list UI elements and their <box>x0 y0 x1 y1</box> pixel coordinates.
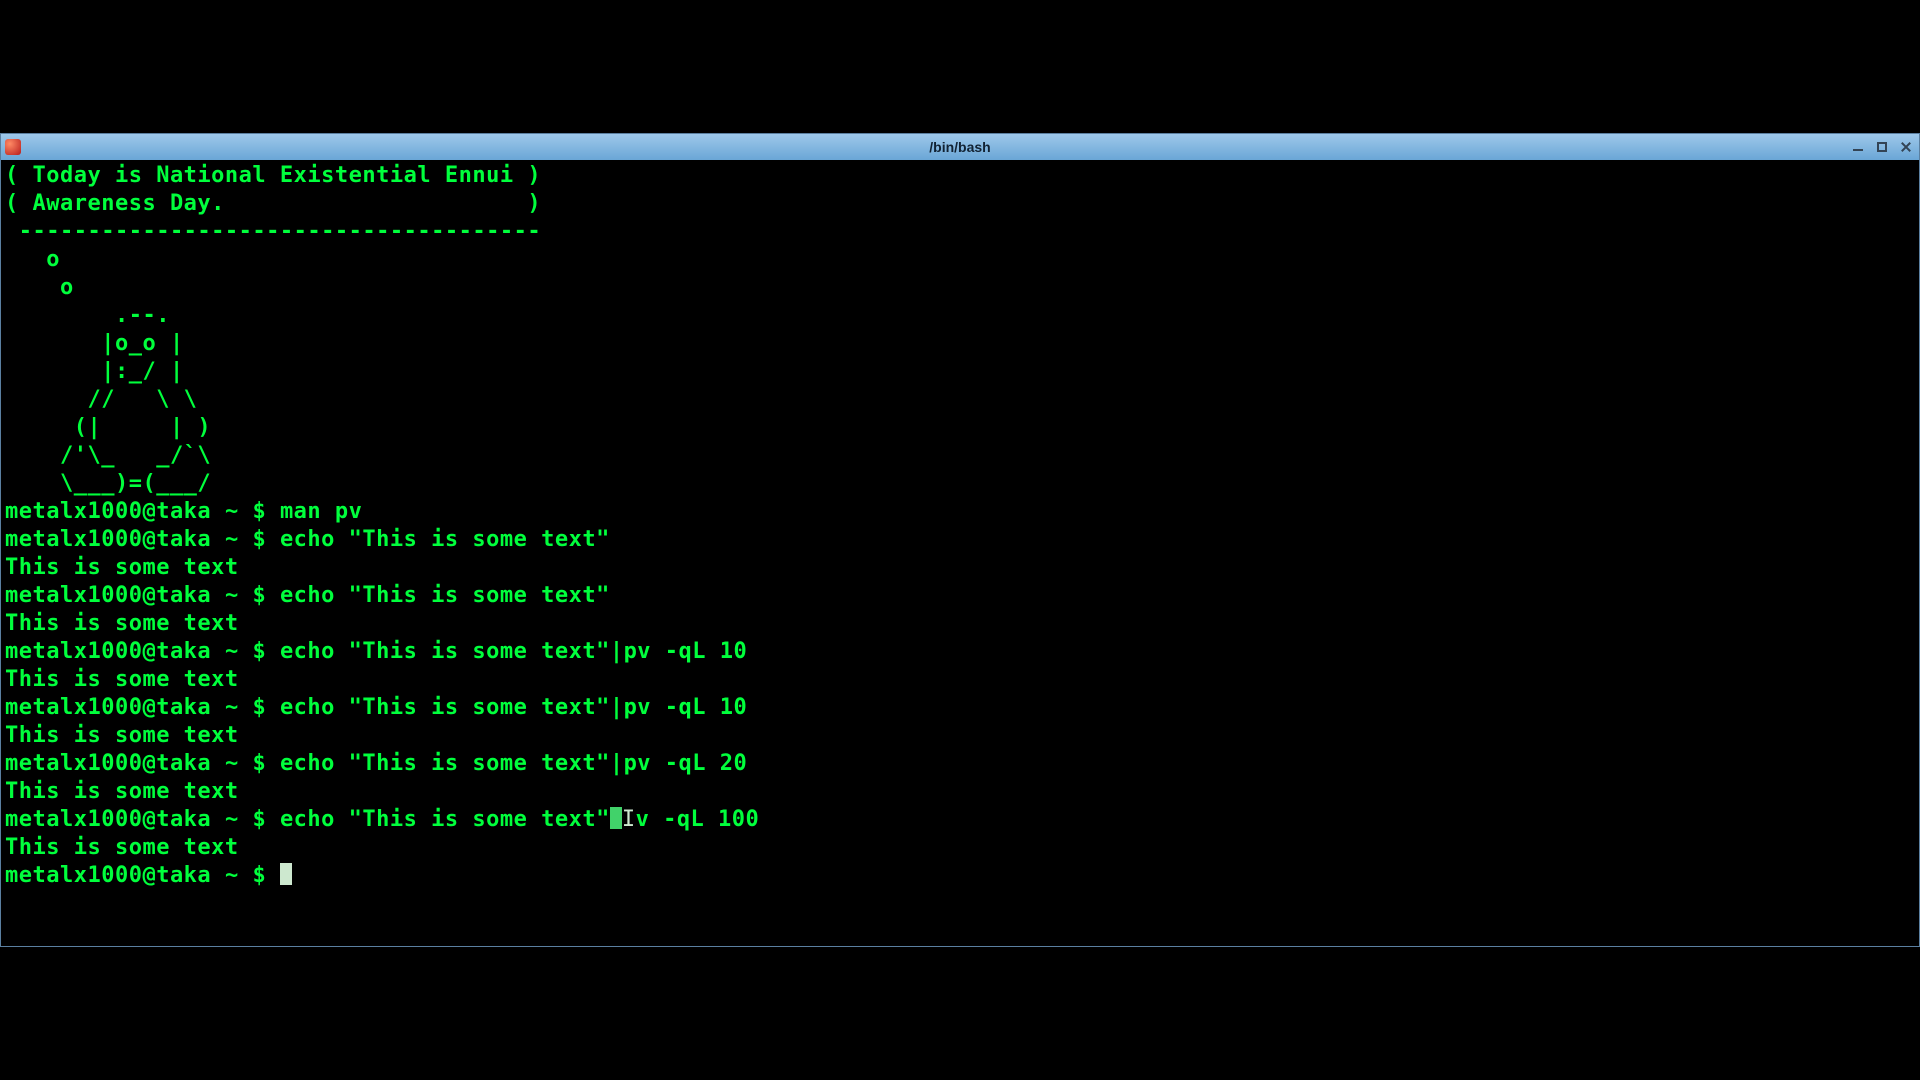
motd-line: \___)=(___/ <box>5 470 1915 498</box>
terminal-window: /bin/bash ( Today is National Existentia… <box>0 133 1920 947</box>
prompt-path: ~ <box>225 639 239 664</box>
terminal-body[interactable]: ( Today is National Existential Ennui )(… <box>1 160 1919 946</box>
history-line: metalx1000@taka ~ $ man pv <box>5 498 1915 526</box>
motd-line: // \ \ <box>5 386 1915 414</box>
history-line: metalx1000@taka ~ $ echo "This is some t… <box>5 694 1915 722</box>
prompt-user-host: metalx1000@taka <box>5 751 211 776</box>
prompt-path: ~ <box>225 863 239 888</box>
prompt-symbol: $ <box>252 807 266 832</box>
letterbox-bottom <box>0 947 1920 1080</box>
active-command-after: v -qL 100 <box>636 807 760 832</box>
prompt-user-host: metalx1000@taka <box>5 863 211 888</box>
close-icon[interactable] <box>1899 140 1913 154</box>
prompt-path: ~ <box>225 527 239 552</box>
prompt-user-host: metalx1000@taka <box>5 527 211 552</box>
prompt-path: ~ <box>225 751 239 776</box>
prompt-symbol: $ <box>252 751 266 776</box>
window-title: /bin/bash <box>929 139 990 155</box>
motd-line: ( Awareness Day. ) <box>5 190 1915 218</box>
output-line: This is some text <box>5 666 1915 694</box>
prompt-symbol: $ <box>252 695 266 720</box>
prompt-symbol: $ <box>252 499 266 524</box>
mouse-ibeam-icon: I <box>622 807 636 832</box>
motd-line: |:_/ | <box>5 358 1915 386</box>
cursor <box>280 863 292 885</box>
prompt-user-host: metalx1000@taka <box>5 499 211 524</box>
output-line: This is some text <box>5 722 1915 750</box>
history-line: metalx1000@taka ~ $ echo "This is some t… <box>5 638 1915 666</box>
edit-cursor <box>610 807 622 829</box>
prompt-symbol: $ <box>252 527 266 552</box>
command-text: echo "This is some text" <box>280 583 610 608</box>
prompt-user-host: metalx1000@taka <box>5 807 211 832</box>
command-text: man pv <box>280 499 362 524</box>
prompt-user-host: metalx1000@taka <box>5 583 211 608</box>
letterbox-top <box>0 0 1920 133</box>
prompt-user-host: metalx1000@taka <box>5 695 211 720</box>
history-line: metalx1000@taka ~ $ echo "This is some t… <box>5 526 1915 554</box>
motd-line: -------------------------------------- <box>5 218 1915 246</box>
motd-line: o <box>5 246 1915 274</box>
output-line: This is some text <box>5 834 1915 862</box>
motd-line: |o_o | <box>5 330 1915 358</box>
prompt-path: ~ <box>225 583 239 608</box>
history-line: metalx1000@taka ~ $ echo "This is some t… <box>5 582 1915 610</box>
prompt-user-host: metalx1000@taka <box>5 639 211 664</box>
prompt-path: ~ <box>225 695 239 720</box>
motd-line: .--. <box>5 302 1915 330</box>
active-command-before: echo "This is some text" <box>280 807 610 832</box>
minimize-icon[interactable] <box>1851 140 1865 154</box>
prompt-symbol: $ <box>252 863 266 888</box>
maximize-icon[interactable] <box>1875 140 1889 154</box>
command-text: echo "This is some text" <box>280 527 610 552</box>
command-text: echo "This is some text"|pv -qL 20 <box>280 751 747 776</box>
history-line: metalx1000@taka ~ $ echo "This is some t… <box>5 750 1915 778</box>
prompt-path: ~ <box>225 807 239 832</box>
prompt-line: metalx1000@taka ~ $ <box>5 862 1915 890</box>
prompt-symbol: $ <box>252 583 266 608</box>
motd-line: (| | ) <box>5 414 1915 442</box>
command-text: echo "This is some text"|pv -qL 10 <box>280 639 747 664</box>
command-text: echo "This is some text"|pv -qL 10 <box>280 695 747 720</box>
output-line: This is some text <box>5 778 1915 806</box>
titlebar[interactable]: /bin/bash <box>1 134 1919 161</box>
motd-line: o <box>5 274 1915 302</box>
motd-line: ( Today is National Existential Ennui ) <box>5 162 1915 190</box>
prompt-symbol: $ <box>252 639 266 664</box>
output-line: This is some text <box>5 554 1915 582</box>
app-icon <box>5 139 21 155</box>
active-command-line: metalx1000@taka ~ $ echo "This is some t… <box>5 806 1915 834</box>
prompt-path: ~ <box>225 499 239 524</box>
output-line: This is some text <box>5 610 1915 638</box>
motd-line: /'\_ _/`\ <box>5 442 1915 470</box>
